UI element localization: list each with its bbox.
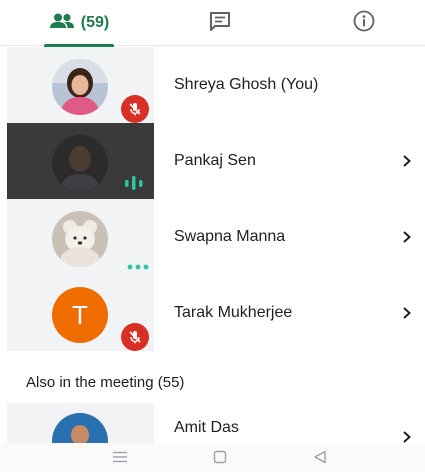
- participant-name: Pankaj Sen: [174, 152, 256, 169]
- participant-row[interactable]: Pankaj Sen: [0, 123, 425, 199]
- menu-icon[interactable]: [108, 447, 132, 467]
- avatar: [52, 211, 108, 267]
- avatar-column: T: [7, 275, 154, 351]
- tab-info[interactable]: [340, 0, 388, 46]
- participant-name: Tarak Mukherjee: [174, 304, 293, 321]
- home-square-icon[interactable]: [208, 447, 232, 467]
- avatar-column: [7, 199, 154, 275]
- avatar: [52, 135, 108, 191]
- info-icon: [353, 10, 375, 37]
- chevron-right-icon[interactable]: [401, 427, 413, 443]
- more-options-icon[interactable]: [127, 257, 151, 270]
- mic-off-icon: [121, 95, 149, 123]
- chevron-right-icon[interactable]: [401, 123, 413, 199]
- chevron-right-icon[interactable]: [401, 275, 413, 351]
- speaking-indicator-icon: [123, 173, 147, 193]
- participant-name: Amit Das: [174, 419, 239, 436]
- tab-chat[interactable]: [196, 0, 244, 46]
- participant-name: Swapna Manna: [174, 228, 286, 245]
- section-title: Also in the meeting (55): [26, 374, 185, 391]
- mic-off-icon: [121, 323, 149, 351]
- participant-name: Shreya Ghosh (You): [174, 76, 319, 93]
- avatar: T: [52, 287, 108, 343]
- back-triangle-icon[interactable]: [308, 447, 332, 467]
- participant-row[interactable]: Amit Das: [0, 403, 425, 443]
- avatar: [52, 59, 108, 115]
- system-navigation-bar: [0, 443, 425, 472]
- avatar-column: [7, 403, 154, 443]
- participant-row[interactable]: Swapna Manna: [0, 199, 425, 275]
- participant-count: (59): [80, 14, 110, 31]
- participant-row[interactable]: Shreya Ghosh (You): [0, 47, 425, 123]
- participant-row[interactable]: T Tarak Mukherjee: [0, 275, 425, 351]
- tab-bar: (59): [0, 0, 425, 47]
- chevron-right-icon[interactable]: [401, 199, 413, 275]
- chat-icon: [209, 11, 231, 36]
- people-icon: [49, 13, 75, 34]
- avatar-column: [7, 123, 154, 199]
- avatar-column: [7, 47, 154, 123]
- tab-people[interactable]: (59): [36, 0, 122, 47]
- avatar: [52, 413, 108, 443]
